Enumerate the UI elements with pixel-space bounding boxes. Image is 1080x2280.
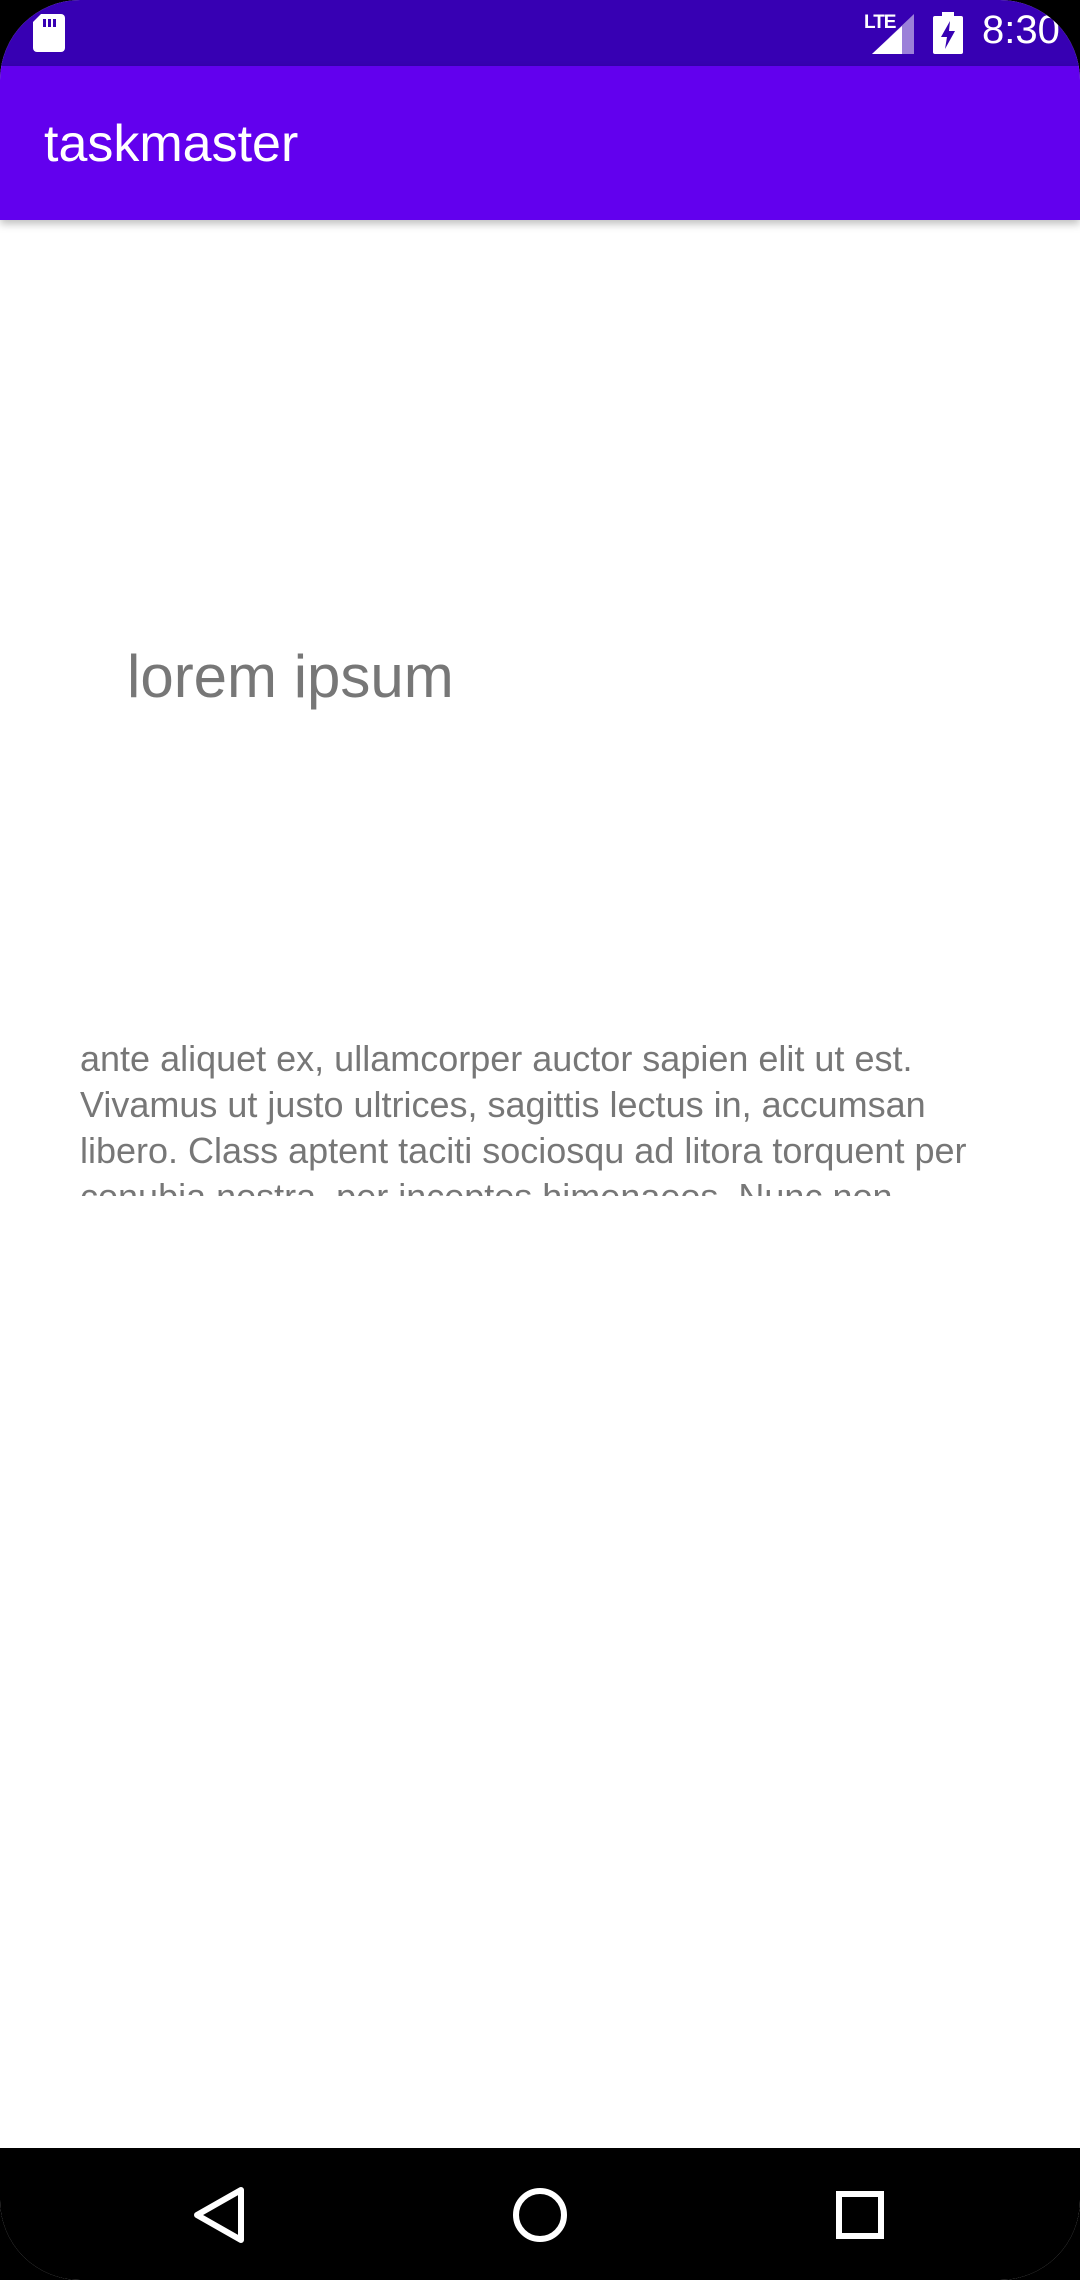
- back-icon[interactable]: [185, 2180, 255, 2250]
- home-icon[interactable]: [505, 2180, 575, 2250]
- task-body: ante aliquet ex, ullamcorper auctor sapi…: [80, 1038, 967, 1196]
- status-clock: 8:30: [982, 8, 1060, 52]
- app-title: taskmaster: [44, 115, 299, 173]
- sd-card-icon: [33, 14, 65, 52]
- recents-icon[interactable]: [825, 2180, 895, 2250]
- task-body-scroll[interactable]: ante aliquet ex, ullamcorper auctor sapi…: [80, 1036, 980, 1196]
- status-bar: LTE 8:30: [0, 0, 1080, 66]
- app-bar: taskmaster: [0, 66, 1080, 220]
- battery-charging-icon: [933, 12, 963, 54]
- navigation-bar: [0, 2148, 1080, 2280]
- task-title: lorem ipsum: [127, 643, 454, 710]
- signal-icon: [872, 14, 914, 54]
- device-screen: LTE 8:30 taskmaster lorem ipsum ante ali…: [0, 0, 1080, 2280]
